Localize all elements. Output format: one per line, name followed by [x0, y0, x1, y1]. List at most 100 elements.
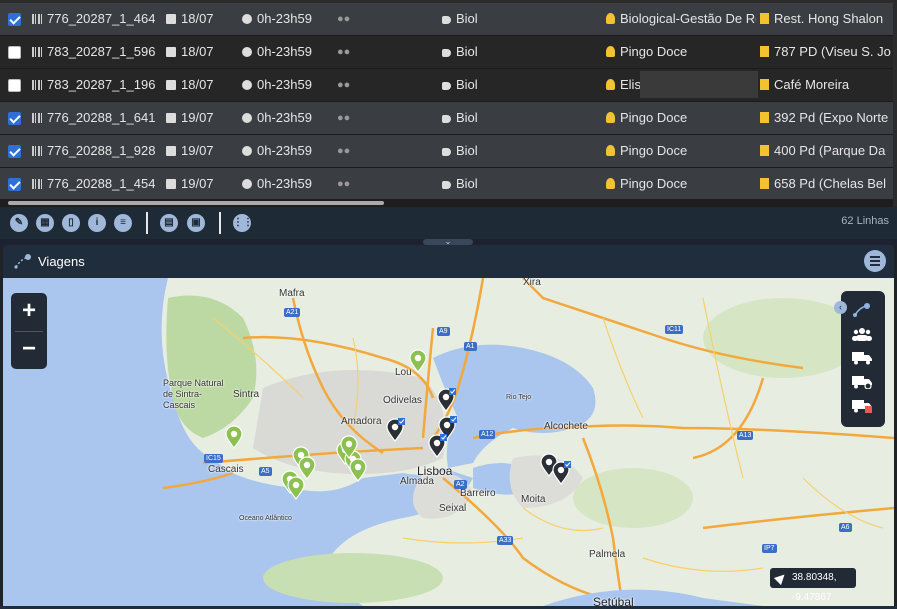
- user-icon: [606, 145, 615, 156]
- map-marker-green[interactable]: [348, 458, 368, 482]
- info-icon[interactable]: i: [88, 214, 106, 232]
- row-checkbox[interactable]: [8, 112, 21, 125]
- zoom-out-button[interactable]: −: [11, 331, 47, 368]
- zoom-in-button[interactable]: +: [11, 293, 47, 330]
- vertical-scrollbar[interactable]: [893, 0, 897, 207]
- place-label: Setúbal: [593, 595, 634, 606]
- row-checkbox[interactable]: [8, 13, 21, 26]
- time-cell: 0h-23h59: [242, 36, 312, 68]
- users-icon: ●●: [337, 112, 351, 124]
- chevron-left-icon[interactable]: ‹: [834, 301, 847, 314]
- time-cell: 0h-23h59: [242, 168, 312, 200]
- tag-cell: Biol: [442, 168, 478, 200]
- site-cell: 400 Pd (Parque Da: [760, 135, 893, 167]
- navigation-icon: [773, 570, 789, 586]
- map-marker-dark[interactable]: [385, 418, 405, 442]
- calendar-icon: [166, 80, 176, 90]
- users-icon: ●●: [337, 178, 351, 190]
- calendar-icon: [166, 47, 176, 57]
- row-checkbox[interactable]: [8, 79, 21, 92]
- truck-icon[interactable]: [852, 351, 872, 365]
- clock-icon: [242, 47, 252, 57]
- road-badge: A13: [737, 431, 754, 440]
- calendar-icon: [166, 179, 176, 189]
- place-label: Barreiro: [460, 488, 496, 499]
- coordinates-text: 38.80348, -9.47867: [792, 572, 837, 603]
- building-icon: [760, 13, 769, 24]
- building-icon: [760, 79, 769, 90]
- table-row[interactable]: 783_20287_1_596 18/07 0h-23h59 ●● Biol Pingo …: [0, 36, 893, 69]
- horizontal-scrollbar[interactable]: [0, 199, 893, 207]
- barcode-icon: [32, 80, 42, 90]
- road-badge: IP7: [762, 544, 777, 553]
- users-icon: ●●: [337, 13, 351, 25]
- barcode-icon: [32, 47, 42, 57]
- grid-icon[interactable]: ⋮⋮: [233, 214, 253, 232]
- map-marker-green[interactable]: [339, 435, 359, 459]
- calendar-icon: [166, 113, 176, 123]
- map-marker-green[interactable]: [286, 476, 306, 500]
- tag-cell: Biol: [442, 36, 478, 68]
- trash-icon[interactable]: ▯: [62, 214, 80, 232]
- list-icon[interactable]: [864, 250, 886, 272]
- clock-icon: [242, 146, 252, 156]
- place-label: Almada: [400, 476, 434, 487]
- user-icon: [606, 79, 615, 90]
- user-icon: [606, 112, 615, 123]
- row-checkbox[interactable]: [8, 46, 21, 59]
- panel-title: Viagens: [38, 254, 85, 269]
- table-row[interactable]: 776_20288_1_928 19/07 0h-23h59 ●● Biol Pingo …: [0, 135, 893, 168]
- row-checkbox[interactable]: [8, 178, 21, 191]
- table-row[interactable]: 776_20288_1_454 19/07 0h-23h59 ●● Biol Pingo …: [0, 168, 893, 201]
- barcode-icon: [32, 146, 42, 156]
- calendar-icon[interactable]: ▦: [36, 214, 54, 232]
- map-marker-green[interactable]: [408, 349, 428, 373]
- date-cell: 18/07: [166, 36, 214, 68]
- date-cell: 18/07: [166, 69, 214, 101]
- zoom-control: + −: [11, 293, 47, 369]
- road-badge: A5: [259, 467, 272, 476]
- redacted-cell: [640, 71, 758, 98]
- route-icon: [14, 254, 31, 269]
- clock-icon: [242, 113, 252, 123]
- building-icon: [760, 112, 769, 123]
- document-icon[interactable]: ▤: [160, 214, 178, 232]
- chat-icon[interactable]: ≡: [114, 214, 132, 232]
- site-cell: 658 Pd (Chelas Bel: [760, 168, 893, 200]
- truck-calendar-icon[interactable]: [852, 399, 872, 413]
- truck-settings-icon[interactable]: [852, 375, 872, 389]
- map-view[interactable]: Mafra Xira Parque Natural de Sintra- Cas…: [3, 278, 894, 606]
- table-row[interactable]: 776_20287_1_464 18/07 0h-23h59 ●● Biol Biolog…: [0, 3, 893, 36]
- tag-icon: [442, 82, 451, 90]
- table-row[interactable]: 776_20288_1_641 19/07 0h-23h59 ●● Biol Pingo …: [0, 102, 893, 135]
- code-cell: 783_20287_1_596: [32, 36, 155, 68]
- code-cell: 776_20288_1_928: [32, 135, 155, 167]
- site-cell: Café Moreira: [760, 69, 893, 101]
- date-cell: 19/07: [166, 168, 214, 200]
- row-count: 62 Linhas: [841, 215, 889, 227]
- map-marker-dark[interactable]: [551, 461, 571, 485]
- time-cell: 0h-23h59: [242, 102, 312, 134]
- barcode-icon: [32, 14, 42, 24]
- site-cell: Rest. Hong Shalon: [760, 3, 893, 35]
- table-row[interactable]: 783_20287_1_196 18/07 0h-23h59 ●● Biol Elis Ca…: [0, 69, 893, 102]
- users-icon[interactable]: [852, 327, 872, 341]
- building-icon: [760, 178, 769, 189]
- table-toolbar: ✎ ▦ ▯ i ≡ ▤ ▣ ⋮⋮ 62 Linhas: [0, 207, 897, 239]
- users-icon: ●●: [337, 145, 351, 157]
- calendar-icon: [166, 146, 176, 156]
- map-marker-green[interactable]: [224, 425, 244, 449]
- road-badge: A6: [839, 523, 852, 532]
- row-checkbox[interactable]: [8, 145, 21, 158]
- toolbar-divider: [146, 212, 148, 234]
- tag-cell: Biol: [442, 135, 478, 167]
- edit-icon[interactable]: ✎: [10, 214, 28, 232]
- map-marker-dark[interactable]: [427, 434, 447, 458]
- place-label: Cascais: [208, 464, 244, 475]
- map-marker-dark[interactable]: [436, 388, 456, 412]
- place-label: Amadora: [341, 416, 382, 427]
- image-icon[interactable]: ▣: [187, 214, 205, 232]
- route-icon[interactable]: [852, 303, 872, 317]
- place-label: Seixal: [439, 503, 467, 514]
- scrollbar-thumb[interactable]: [8, 201, 384, 205]
